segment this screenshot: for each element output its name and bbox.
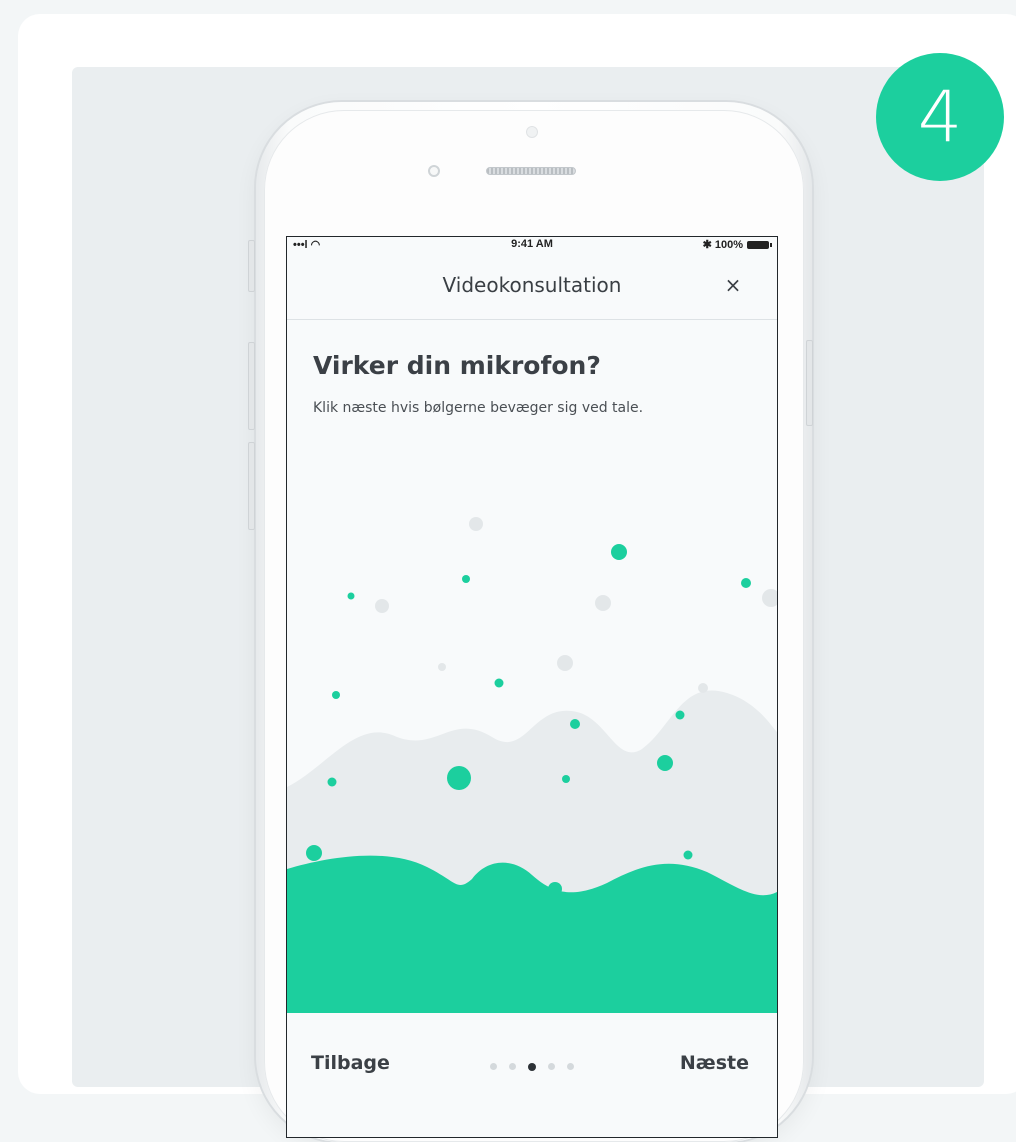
particle xyxy=(595,595,611,611)
footer-nav: Tilbage Næste xyxy=(287,1013,777,1137)
close-icon[interactable]: × xyxy=(721,273,745,297)
particle xyxy=(306,845,322,861)
particle xyxy=(741,578,751,588)
phone-volume-down xyxy=(248,442,255,530)
front-camera xyxy=(428,165,440,177)
status-bar: •••l ◠ 9:41 AM ✱ 100% xyxy=(287,237,777,253)
particle xyxy=(562,775,570,783)
phone-mute-switch xyxy=(248,240,255,292)
particle xyxy=(447,766,471,790)
particle xyxy=(762,589,777,607)
phone-volume-up xyxy=(248,342,255,430)
particle xyxy=(657,755,673,771)
header-title: Videokonsultation xyxy=(442,273,622,297)
page-dot-active xyxy=(528,1062,536,1071)
next-button[interactable]: Næste xyxy=(680,1052,749,1074)
particle xyxy=(438,663,446,671)
grey-particles xyxy=(375,517,777,693)
page-title: Virker din mikrofon? xyxy=(313,351,601,380)
particle xyxy=(675,710,685,720)
particle xyxy=(698,683,708,693)
particle xyxy=(683,850,693,860)
wave-front xyxy=(287,855,777,1017)
particle xyxy=(494,678,504,688)
particle xyxy=(570,719,580,729)
particle xyxy=(347,592,355,600)
page-dot xyxy=(509,1063,516,1070)
particle xyxy=(469,517,483,531)
phone-screen: •••l ◠ 9:41 AM ✱ 100% Videokonsultation … xyxy=(287,237,777,1137)
particle xyxy=(327,777,337,787)
app-header: Videokonsultation × xyxy=(287,253,777,320)
microphone-wave-visualizer xyxy=(287,517,777,1017)
page-dot xyxy=(548,1063,555,1070)
step-number-badge: 4 xyxy=(876,53,1004,181)
particle xyxy=(375,599,389,613)
battery-indicator: ✱ 100% xyxy=(702,238,772,251)
phone-sensor xyxy=(526,126,538,138)
particle xyxy=(462,575,470,583)
battery-text: ✱ 100% xyxy=(702,239,743,251)
particle xyxy=(611,544,627,560)
phone-power-button xyxy=(806,340,813,426)
particle xyxy=(332,691,340,699)
page-dot xyxy=(567,1063,574,1070)
earpiece-speaker xyxy=(486,167,576,175)
page-dot xyxy=(490,1063,497,1070)
battery-icon xyxy=(747,240,772,249)
page-subtitle: Klik næste hvis bølgerne bevæger sig ved… xyxy=(313,400,644,416)
particle xyxy=(557,655,573,671)
